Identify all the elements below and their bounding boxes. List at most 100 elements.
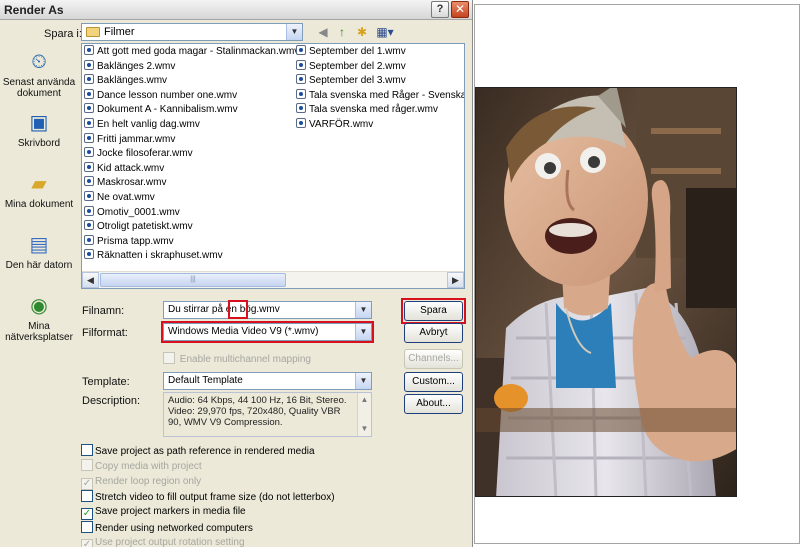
file-name: Kid attack.wmv <box>97 162 165 174</box>
view-menu-icon[interactable]: ▦▾ <box>376 24 394 40</box>
video-file-icon <box>84 161 94 172</box>
file-name: Att gott med goda magar - Stalinmackan.w… <box>97 46 300 57</box>
option-label: Render using networked computers <box>95 522 253 534</box>
file-item[interactable]: Dance lesson number one.wmv <box>84 88 237 103</box>
option-row[interactable]: ✓ Use project output rotation setting <box>81 536 245 547</box>
my-documents-icon: ▰ <box>31 173 47 195</box>
file-name: Baklänges.wmv <box>97 75 168 87</box>
file-item[interactable]: VARFÖR.wmv <box>296 118 373 132</box>
file-item[interactable]: September del 3.wmv <box>296 74 406 88</box>
template-dropdown[interactable]: Default Template ▼ <box>163 372 372 390</box>
option-checkbox[interactable] <box>81 489 93 502</box>
file-item[interactable]: September del 1.wmv <box>296 45 406 59</box>
option-label: Copy media with project <box>95 461 202 473</box>
multichannel-checkbox[interactable] <box>163 352 175 364</box>
option-row[interactable]: ✓ Save project markers in media file <box>81 505 246 521</box>
place-desktop-label: Skrivbord <box>17 138 61 149</box>
place-network[interactable]: ◉ Mina nätverksplatser <box>2 293 76 343</box>
file-item[interactable]: Ne ovat.wmv <box>84 191 155 205</box>
back-icon[interactable]: ◀ <box>315 24 331 40</box>
place-my-computer[interactable]: ▤ Den här datorn <box>2 232 76 271</box>
option-row[interactable]: Render using networked computers <box>81 520 253 535</box>
option-checkbox[interactable] <box>81 520 93 533</box>
network-places-icon: ◉ <box>30 295 48 317</box>
file-item[interactable]: Fritti jammar.wmv <box>84 132 175 147</box>
video-file-icon <box>84 176 94 187</box>
dialog-title: Render As <box>4 3 64 17</box>
option-checkbox[interactable] <box>81 444 93 456</box>
file-item[interactable]: Räknatten i skraphuset.wmv <box>84 249 223 263</box>
option-row[interactable]: Stretch video to fill output frame size … <box>81 489 335 504</box>
new-folder-icon[interactable]: ✱ <box>354 24 370 40</box>
video-file-icon <box>84 147 94 158</box>
chevron-down-icon[interactable]: ▼ <box>355 373 371 389</box>
option-row[interactable]: Copy media with project <box>81 459 202 473</box>
file-name: September del 2.wmv <box>309 60 406 72</box>
file-name: Räknatten i skraphuset.wmv <box>97 250 223 262</box>
option-checkbox[interactable]: ✓ <box>81 538 93 547</box>
file-name: VARFÖR.wmv <box>309 119 374 130</box>
video-file-icon <box>296 88 306 99</box>
scroll-up-icon[interactable]: ▲ <box>358 393 371 407</box>
file-item[interactable]: Tala svenska med råger.wmv <box>296 103 438 117</box>
file-item[interactable]: Baklänges.wmv <box>84 74 167 88</box>
file-name: Dokument A - Kannibalism.wmv <box>97 104 238 116</box>
scroll-down-icon[interactable]: ▼ <box>358 422 371 436</box>
file-item[interactable]: Jocke filosoferar.wmv <box>84 147 193 161</box>
description-scrollbar[interactable]: ▲ ▼ <box>357 393 371 436</box>
place-recent[interactable]: ⏲ Senast använda dokument <box>2 49 76 99</box>
file-item[interactable]: Baklänges 2.wmv <box>84 59 175 74</box>
horizontal-scrollbar[interactable]: ◀ ||| ▶ <box>82 271 464 288</box>
chevron-down-icon[interactable]: ▼ <box>355 324 371 340</box>
preview-pane <box>474 0 800 547</box>
chevron-down-icon[interactable]: ▼ <box>286 24 302 40</box>
multichannel-label: Enable multichannel mapping <box>179 354 311 365</box>
close-button[interactable]: ✕ <box>451 1 469 18</box>
file-item[interactable]: Maskrosar.wmv <box>84 176 166 190</box>
multichannel-row[interactable]: Enable multichannel mapping <box>163 352 311 366</box>
place-my-documents-label: Mina dokument <box>4 199 74 210</box>
place-desktop[interactable]: ▣ Skrivbord <box>2 110 76 149</box>
option-row[interactable]: ✓ Render loop region only <box>81 475 201 490</box>
file-item[interactable]: Dokument A - Kannibalism.wmv <box>84 103 238 117</box>
place-my-documents[interactable]: ▰ Mina dokument <box>2 171 76 210</box>
file-item[interactable]: En helt vanlig dag.wmv <box>84 118 200 132</box>
save-in-dropdown[interactable]: Filmer ▼ <box>81 23 303 41</box>
custom-button[interactable]: Custom... <box>404 372 463 392</box>
file-item[interactable]: Prisma tapp.wmv <box>84 234 174 249</box>
about-button[interactable]: About... <box>404 394 463 414</box>
file-item[interactable]: Tala svenska med Råger - Svenska rä <box>296 88 464 103</box>
scrollbar-thumb[interactable]: ||| <box>100 273 286 287</box>
file-name: September del 3.wmv <box>309 75 406 87</box>
render-as-dialog: Render As ? ✕ Spara i: Filmer ▼ ◀ ↑ ✱ ▦▾… <box>0 0 473 547</box>
folder-icon <box>86 27 100 37</box>
help-button[interactable]: ? <box>431 1 449 18</box>
scroll-left-icon[interactable]: ◀ <box>82 272 99 288</box>
channels-button[interactable]: Channels... <box>404 349 463 369</box>
file-item[interactable]: Otroligt patetiskt.wmv <box>84 220 193 234</box>
file-list[interactable]: Att gott med goda magar - Stalinmackan.w… <box>81 43 465 289</box>
format-dropdown[interactable]: Windows Media Video V9 (*.wmv) ▼ <box>163 323 372 341</box>
video-file-icon <box>296 103 306 114</box>
filename-field[interactable]: Du stirrar på en bög.wmv ▼ <box>163 301 372 319</box>
option-checkbox[interactable] <box>81 459 93 472</box>
video-file-icon <box>296 74 306 85</box>
option-row[interactable]: Save project as path reference in render… <box>81 444 315 458</box>
file-item[interactable]: Att gott med goda magar - Stalinmackan.w… <box>84 45 299 59</box>
format-label: Filformat: <box>82 327 128 339</box>
file-item[interactable]: Omotiv_0001.wmv <box>84 205 180 220</box>
cancel-button[interactable]: Avbryt <box>404 323 463 343</box>
option-checkbox[interactable]: ✓ <box>81 477 93 490</box>
video-preview-image <box>476 88 736 496</box>
preview-frame <box>474 4 800 544</box>
filename-label: Filnamn: <box>82 305 125 317</box>
scroll-right-icon[interactable]: ▶ <box>447 272 464 288</box>
file-item[interactable]: September del 2.wmv <box>296 59 406 74</box>
chevron-down-icon[interactable]: ▼ <box>355 302 371 318</box>
save-button[interactable]: Spara <box>404 301 463 321</box>
file-name: Maskrosar.wmv <box>97 177 167 189</box>
option-checkbox[interactable]: ✓ <box>81 508 93 521</box>
up-folder-icon[interactable]: ↑ <box>334 24 350 40</box>
my-computer-icon: ▤ <box>29 234 49 256</box>
file-item[interactable]: Kid attack.wmv <box>84 161 165 176</box>
